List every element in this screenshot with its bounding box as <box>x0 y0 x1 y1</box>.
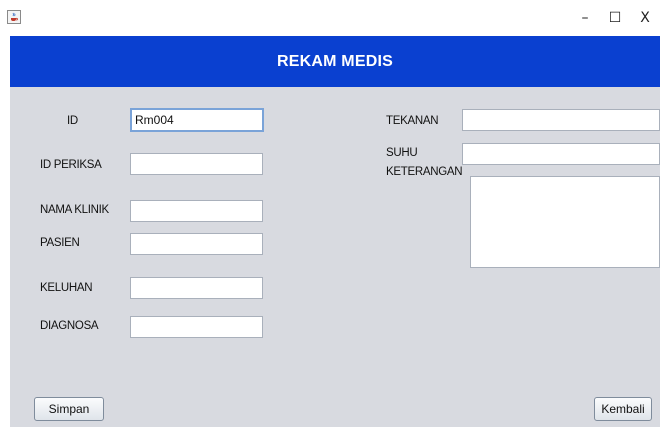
keluhan-field[interactable] <box>130 277 263 299</box>
pasien-field[interactable] <box>130 233 263 255</box>
window-titlebar: – ☐ X <box>0 0 660 36</box>
id-periksa-field[interactable] <box>130 153 263 175</box>
nama-klinik-field[interactable] <box>130 200 263 222</box>
close-button[interactable]: X <box>632 8 658 28</box>
diagnosa-field[interactable] <box>130 316 263 338</box>
page-title: REKAM MEDIS <box>277 53 393 70</box>
nama-klinik-label: NAMA KLINIK <box>40 204 109 216</box>
keterangan-label: KETERANGAN <box>386 166 463 178</box>
suhu-field[interactable] <box>462 143 660 165</box>
minimize-button[interactable]: – <box>572 8 598 28</box>
keterangan-textarea[interactable] <box>470 176 660 268</box>
pasien-label: PASIEN <box>40 237 80 249</box>
maximize-button[interactable]: ☐ <box>602 8 628 28</box>
id-periksa-label: ID PERIKSA <box>40 159 102 171</box>
form-panel: ID ID PERIKSA NAMA KLINIK PASIEN KELUHAN… <box>10 87 660 427</box>
tekanan-field[interactable] <box>462 109 660 131</box>
suhu-label: SUHU <box>386 147 418 159</box>
java-app-icon <box>7 10 21 24</box>
simpan-button[interactable]: Simpan <box>34 397 104 421</box>
id-field[interactable] <box>130 108 264 132</box>
id-label: ID <box>67 115 78 127</box>
keluhan-label: KELUHAN <box>40 282 93 294</box>
form-header: REKAM MEDIS <box>10 36 660 87</box>
kembali-button[interactable]: Kembali <box>594 397 652 421</box>
diagnosa-label: DIAGNOSA <box>40 320 99 332</box>
tekanan-label: TEKANAN <box>386 115 439 127</box>
